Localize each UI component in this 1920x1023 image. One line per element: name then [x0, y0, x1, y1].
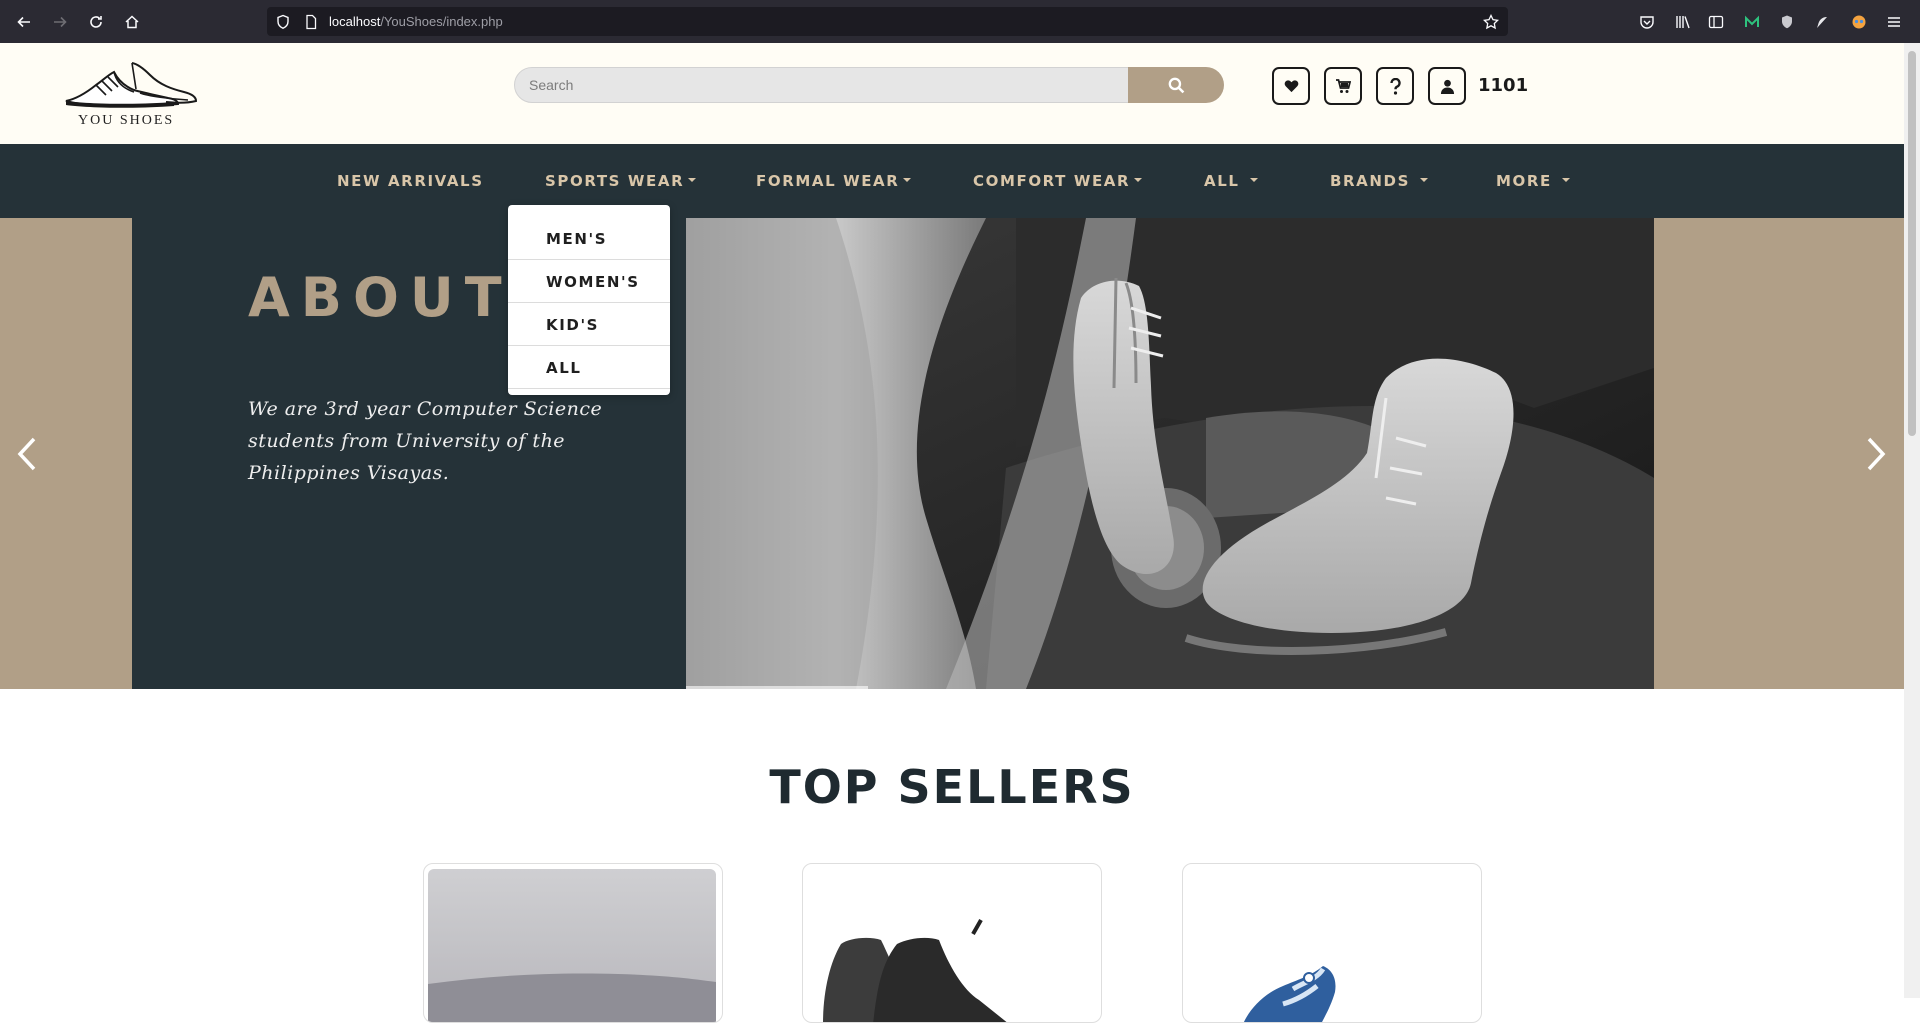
carousel-progress [686, 686, 868, 689]
nav-label: MORE [1496, 172, 1552, 190]
product-image [823, 919, 1007, 1022]
nav-more[interactable]: MORE [1496, 172, 1570, 190]
caret-down-icon [903, 178, 912, 182]
dropdown-item-label: WOMEN'S [546, 273, 640, 291]
product-card[interactable] [1182, 863, 1482, 1023]
dropdown-item-all[interactable]: ALL [508, 346, 670, 389]
caret-down-icon [1134, 178, 1143, 182]
bookmark-star-icon[interactable] [1483, 14, 1499, 30]
home-icon[interactable] [120, 10, 144, 34]
wishlist-button[interactable] [1272, 67, 1310, 105]
nav-formal-wear[interactable]: FORMAL WEAR [756, 172, 912, 190]
hero-title: ABOUT [248, 266, 513, 329]
page-icon[interactable] [303, 14, 319, 30]
caret-down-icon [1561, 178, 1570, 182]
carousel-next-button[interactable] [1858, 431, 1894, 477]
help-button[interactable] [1376, 67, 1414, 105]
nav-sports-wear[interactable]: SPORTS WEAR [545, 172, 697, 190]
carousel-prev-button[interactable] [9, 431, 45, 477]
user-id-label: 1101 [1478, 75, 1529, 96]
nav-new-arrivals[interactable]: NEW ARRIVALS [337, 172, 484, 190]
cart-icon [1336, 78, 1351, 93]
shield-icon[interactable] [275, 14, 291, 30]
dropdown-item-label: ALL [546, 359, 582, 377]
nav-all[interactable]: ALL [1204, 172, 1258, 190]
search-icon [1168, 77, 1184, 93]
forward-icon[interactable] [48, 10, 72, 34]
reload-icon[interactable] [84, 10, 108, 34]
chevron-right-icon [1867, 437, 1886, 471]
nav-label: ALL [1204, 172, 1240, 190]
cart-button[interactable] [1324, 67, 1362, 105]
extension-feather-icon[interactable] [1813, 13, 1831, 31]
nav-label: SPORTS WEAR [545, 172, 685, 190]
browser-toolbar: localhost/YouShoes/index.php [0, 0, 1920, 43]
extension-m-icon[interactable] [1743, 13, 1761, 31]
pocket-icon[interactable] [1638, 13, 1656, 31]
account-button[interactable] [1428, 67, 1466, 105]
hero-shoes-image [686, 218, 1654, 689]
library-icon[interactable] [1674, 13, 1692, 31]
user-icon [1440, 79, 1454, 94]
main-nav: NEW ARRIVALS SPORTS WEAR FORMAL WEAR COM… [0, 144, 1904, 218]
nav-label: FORMAL WEAR [756, 172, 900, 190]
search-input[interactable] [514, 67, 1130, 103]
url-host: localhost [329, 14, 381, 29]
sidebar-icon[interactable] [1707, 13, 1725, 31]
product-image [428, 869, 716, 1022]
caret-down-icon [1249, 178, 1258, 182]
url-text[interactable]: localhost/YouShoes/index.php [329, 14, 503, 29]
hero-carousel: ABOUT We are 3rd year Computer Science s… [0, 218, 1904, 689]
search-bar [514, 67, 1224, 103]
dropdown-item-label: MEN'S [546, 230, 608, 248]
top-sellers-title: TOP SELLERS [769, 760, 1135, 814]
nav-label: COMFORT WEAR [973, 172, 1131, 190]
extension-face-icon[interactable] [1850, 13, 1868, 31]
scrollbar-thumb[interactable] [1908, 51, 1916, 436]
caret-down-icon [1420, 178, 1429, 182]
extension-shield-icon[interactable] [1778, 13, 1796, 31]
menu-icon[interactable] [1885, 13, 1903, 31]
back-icon[interactable] [12, 10, 36, 34]
nav-label: BRANDS [1330, 172, 1411, 190]
dropdown-item-kids[interactable]: KID'S [508, 303, 670, 346]
sports-wear-dropdown: MEN'S WOMEN'S KID'S ALL [508, 205, 670, 395]
url-path: /YouShoes/index.php [380, 14, 503, 29]
search-button[interactable] [1128, 67, 1224, 103]
page-scrollbar[interactable] [1904, 43, 1920, 998]
url-bar[interactable]: localhost/YouShoes/index.php [267, 7, 1508, 36]
product-card[interactable] [423, 863, 723, 1023]
nav-comfort-wear[interactable]: COMFORT WEAR [973, 172, 1143, 190]
nav-brands[interactable]: BRANDS [1330, 172, 1429, 190]
nav-label: NEW ARRIVALS [337, 172, 484, 190]
dropdown-item-mens[interactable]: MEN'S [508, 217, 670, 260]
dropdown-item-womens[interactable]: WOMEN'S [508, 260, 670, 303]
chevron-left-icon [17, 437, 36, 471]
hero-description: We are 3rd year Computer Science student… [248, 398, 603, 484]
logo-text[interactable]: YOU SHOES [78, 113, 174, 129]
caret-down-icon [688, 178, 697, 182]
site-header: YOU SHOES 1101 [0, 43, 1904, 144]
product-card[interactable] [802, 863, 1102, 1023]
dropdown-item-label: KID'S [546, 316, 600, 334]
product-image [1243, 966, 1336, 1022]
heart-icon [1284, 80, 1298, 93]
question-icon [1389, 77, 1401, 95]
